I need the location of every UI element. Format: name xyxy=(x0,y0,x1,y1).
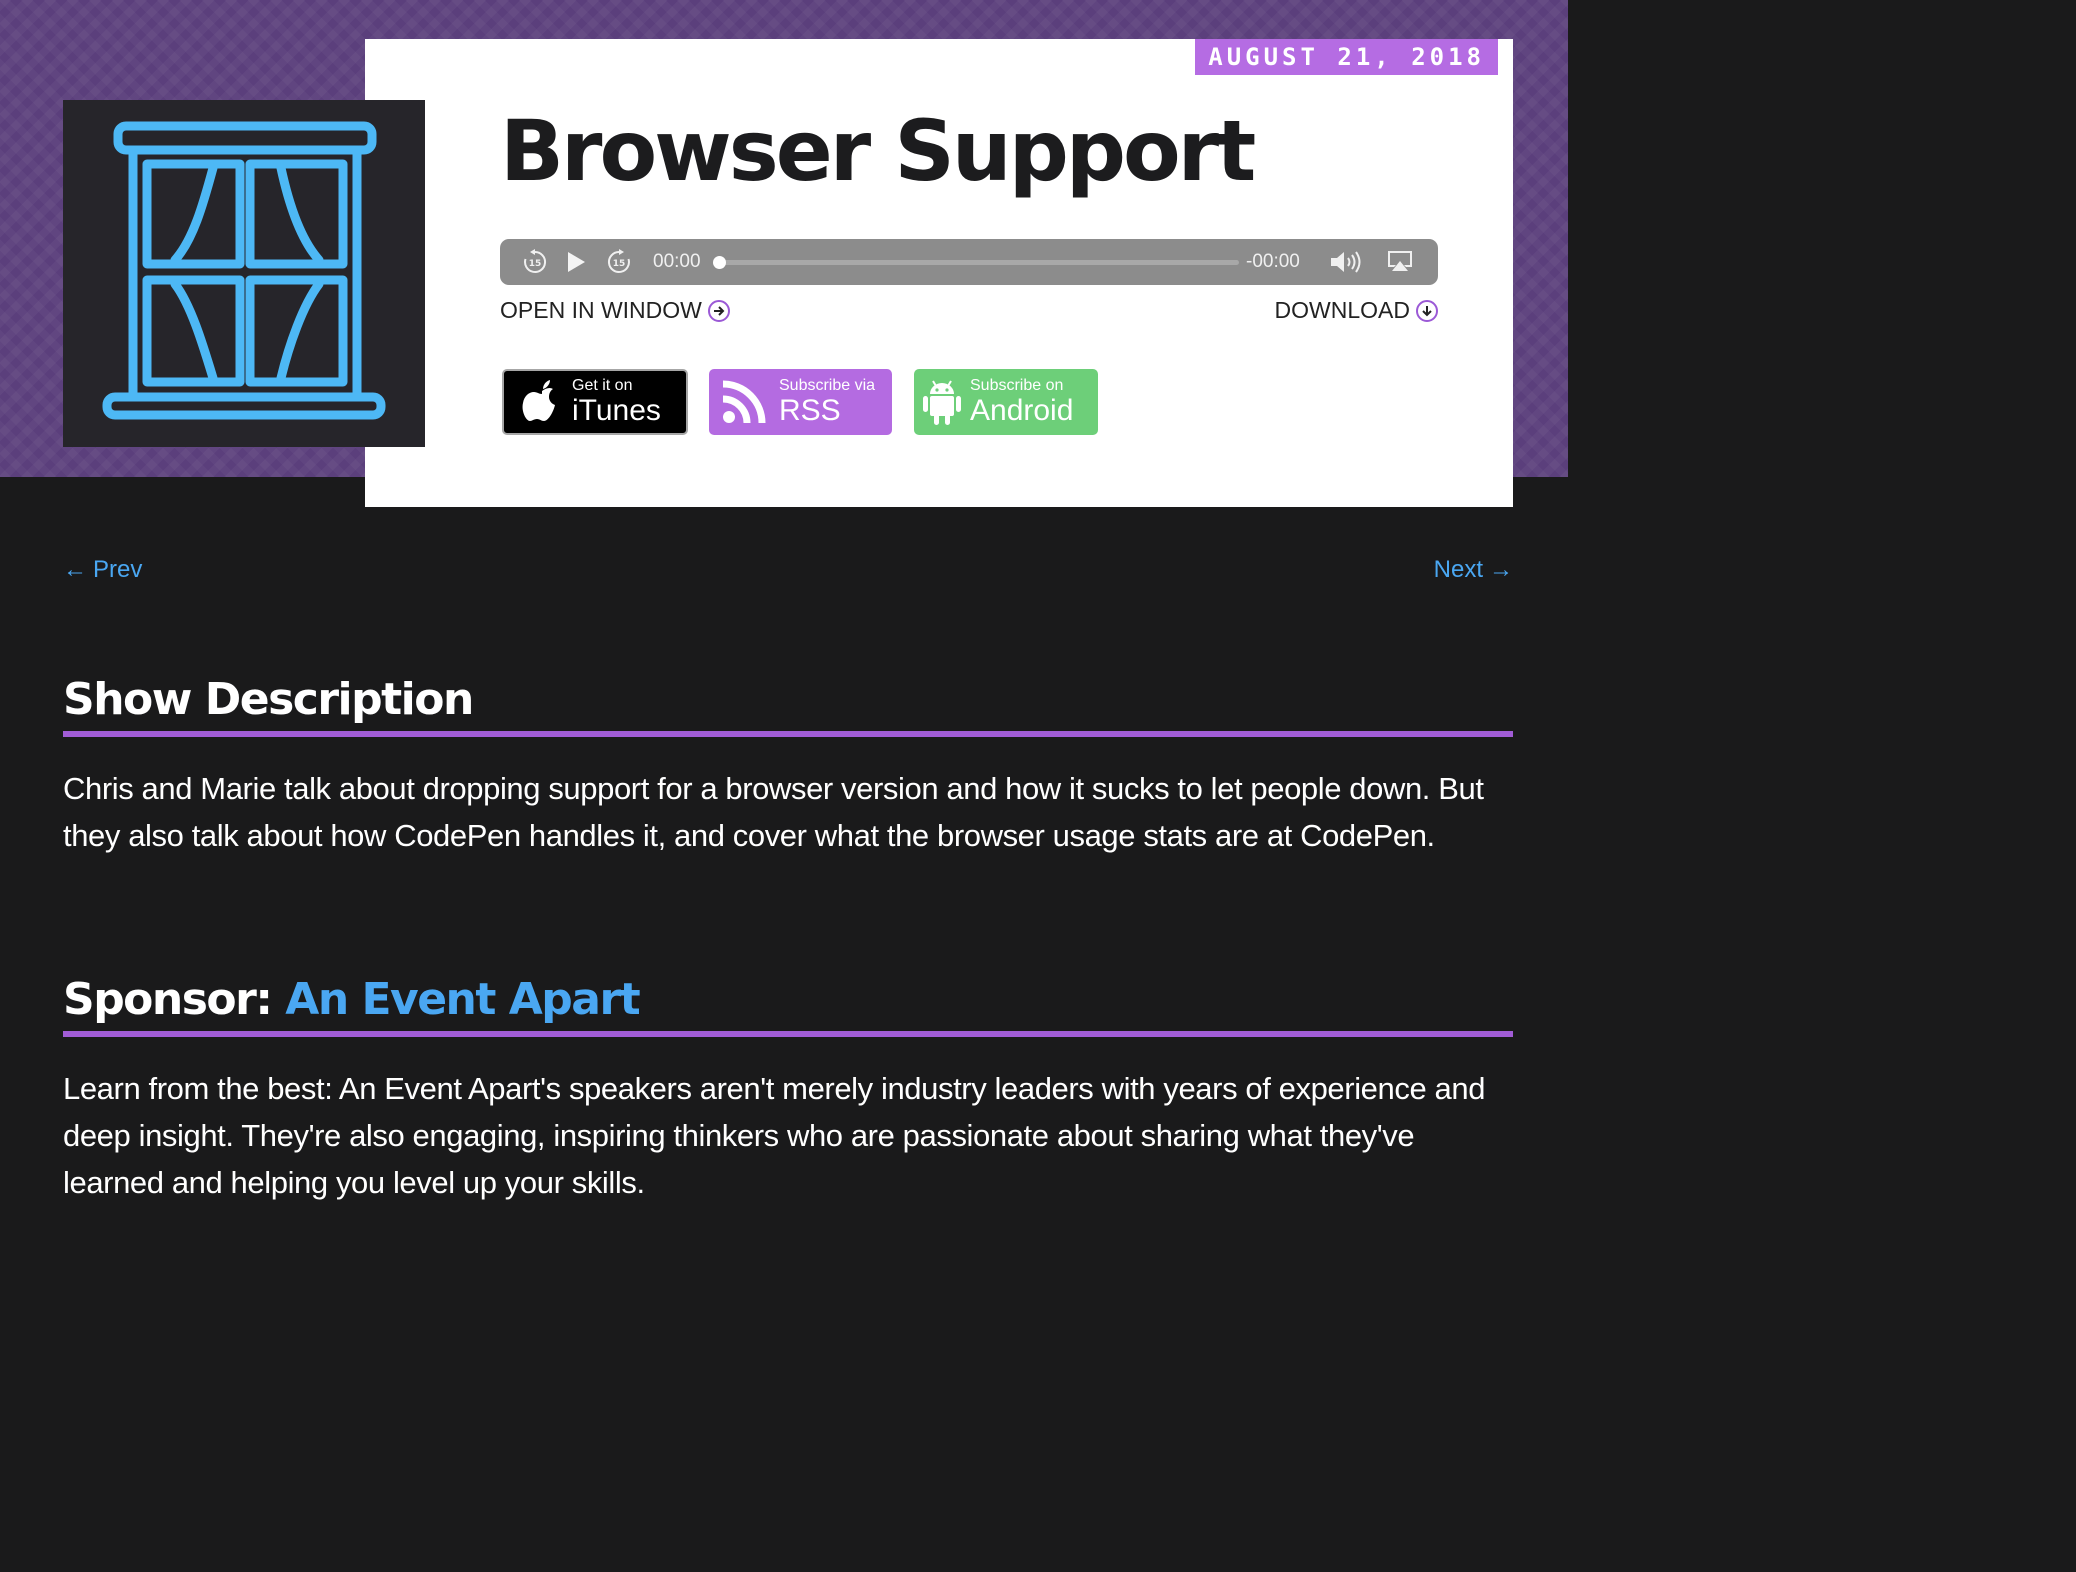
rss-small-label: Subscribe via xyxy=(779,377,876,394)
arrow-down-circle-icon xyxy=(1416,299,1438,322)
android-subscribe-button[interactable]: Subscribe on Android xyxy=(914,369,1098,435)
volume-button[interactable] xyxy=(1329,248,1363,276)
android-big-label: Android xyxy=(970,394,1074,427)
download-link[interactable]: DOWNLOAD xyxy=(1275,297,1438,324)
itunes-big-label: iTunes xyxy=(572,394,661,427)
open-in-window-link[interactable]: OPEN IN WINDOW xyxy=(500,297,730,324)
prev-episode-link[interactable]: ← Prev xyxy=(63,556,142,584)
current-time: 00:00 xyxy=(653,251,701,272)
rss-icon xyxy=(722,380,766,424)
itunes-small-label: Get it on xyxy=(572,377,633,394)
android-icon xyxy=(923,380,961,425)
episode-title: Browser Support xyxy=(500,102,1256,200)
arrow-left-icon: ← xyxy=(63,556,87,583)
show-description-heading: Show Description xyxy=(63,674,1513,737)
rss-subscribe-button[interactable]: Subscribe via RSS xyxy=(709,369,892,435)
episode-date: AUGUST 21, 2018 xyxy=(1195,39,1498,75)
next-episode-link[interactable]: Next → xyxy=(1434,556,1513,584)
sponsor-prefix: Sponsor: xyxy=(63,974,286,1025)
airplay-icon xyxy=(1388,251,1412,271)
download-label: DOWNLOAD xyxy=(1274,297,1410,323)
show-description-text: Chris and Marie talk about dropping supp… xyxy=(63,771,1484,853)
volume-icon xyxy=(1331,251,1361,273)
play-icon xyxy=(568,252,585,272)
sponsor-text: Learn from the best: An Event Apart's sp… xyxy=(63,1071,1486,1200)
open-in-window-label: OPEN IN WINDOW xyxy=(500,297,702,323)
itunes-subscribe-button[interactable]: Get it on iTunes xyxy=(502,369,688,435)
show-description-title: Show Description xyxy=(63,674,474,725)
forward-15-button[interactable]: 15 xyxy=(606,249,632,275)
prev-label: Prev xyxy=(93,556,143,583)
remaining-time: -00:00 xyxy=(1246,251,1300,272)
airplay-button[interactable] xyxy=(1386,249,1414,275)
episode-links: OPEN IN WINDOW DOWNLOAD xyxy=(500,297,1438,329)
svg-text:15: 15 xyxy=(613,259,626,269)
arrow-right-icon: → xyxy=(1489,556,1513,583)
rewind-15-icon: 15 xyxy=(524,249,547,273)
next-label: Next xyxy=(1433,556,1483,583)
audio-player: 15 15 00:00 -00:00 xyxy=(500,239,1438,285)
arrow-right-circle-icon xyxy=(707,299,730,322)
seek-handle[interactable] xyxy=(713,256,726,269)
episode-artwork xyxy=(63,100,425,447)
rss-big-label: RSS xyxy=(779,394,841,427)
forward-15-icon: 15 xyxy=(607,249,630,273)
episode-card: AUGUST 21, 2018 Browser Support 15 15 00… xyxy=(365,39,1513,507)
apple-icon xyxy=(522,380,555,421)
android-small-label: Subscribe on xyxy=(970,377,1064,394)
window-curtains-icon xyxy=(102,121,386,420)
svg-text:15: 15 xyxy=(529,259,542,269)
seek-bar[interactable] xyxy=(719,260,1239,265)
sponsor-link[interactable]: An Event Apart xyxy=(285,974,640,1025)
sponsor-heading: Sponsor: An Event Apart xyxy=(63,974,1513,1037)
rewind-15-button[interactable]: 15 xyxy=(522,249,548,275)
play-button[interactable] xyxy=(564,250,588,274)
